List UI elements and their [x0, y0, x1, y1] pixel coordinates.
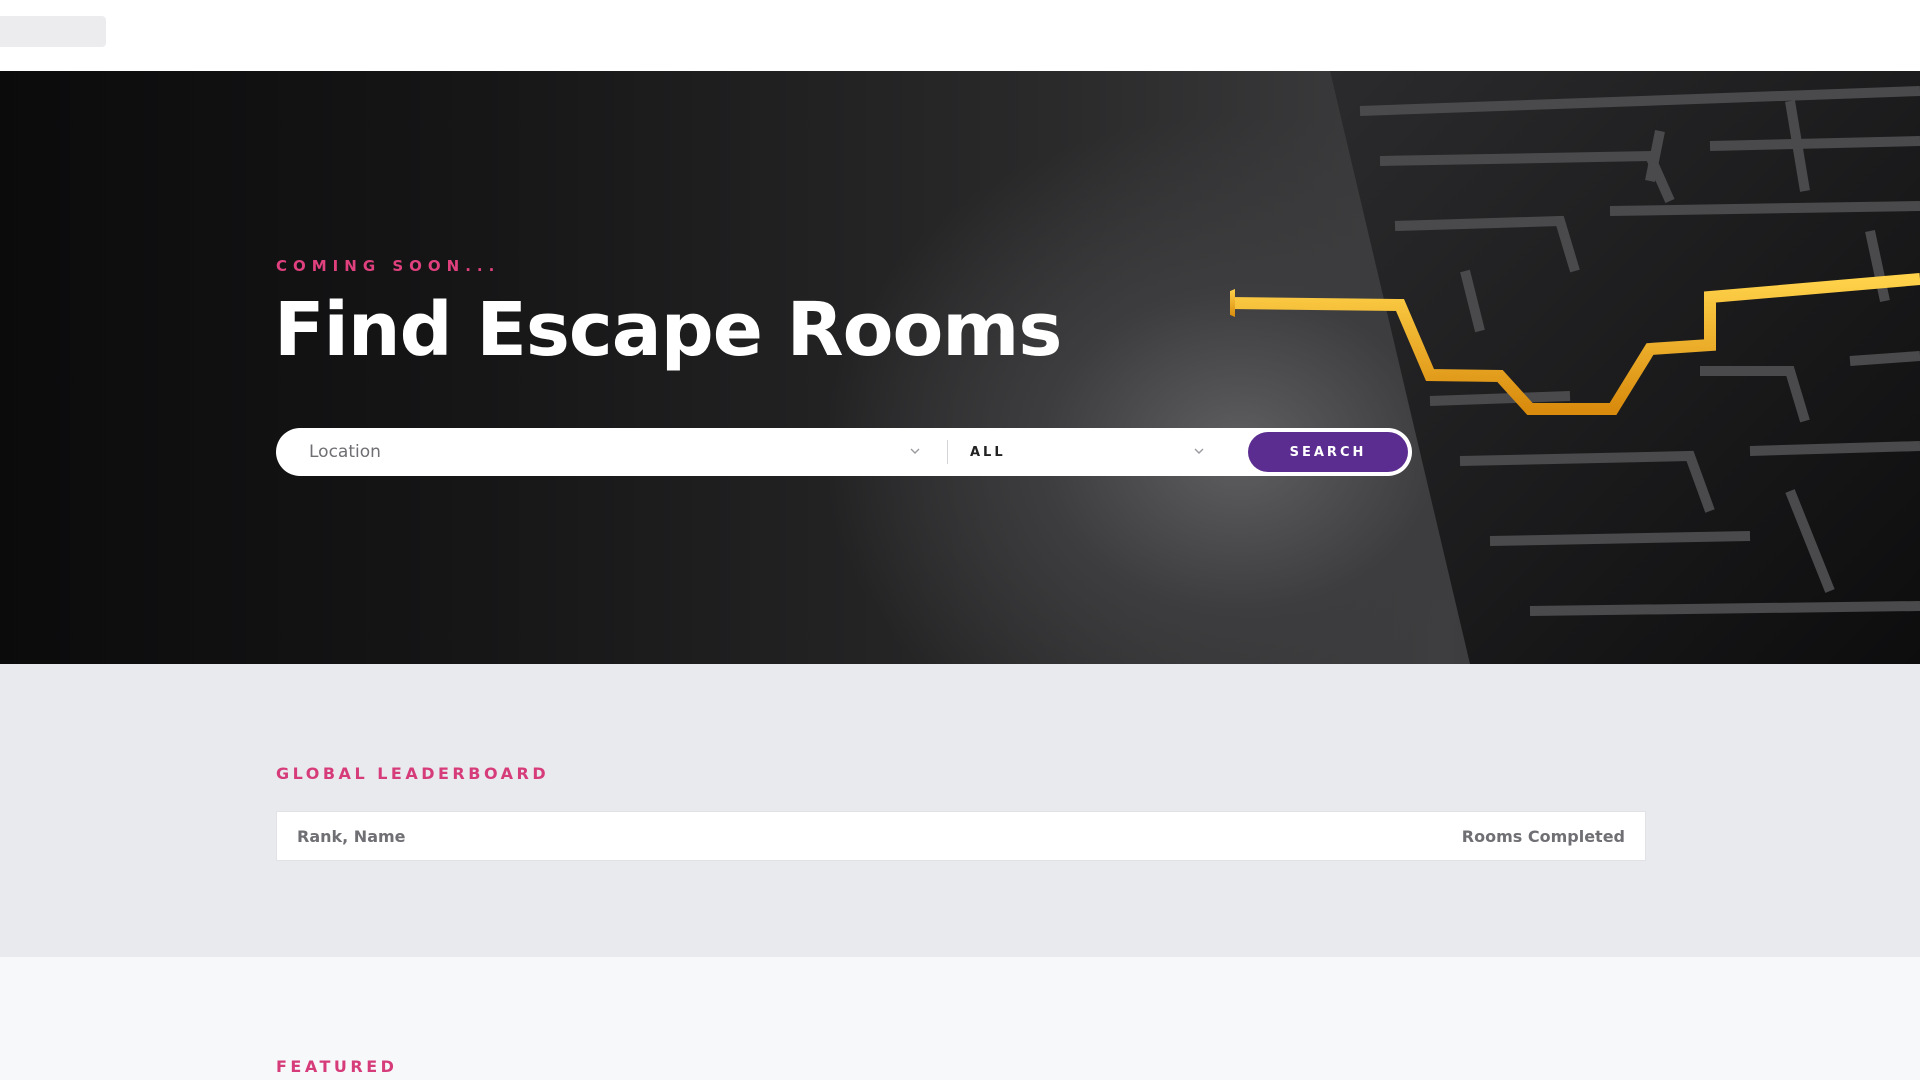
- column-rooms-completed[interactable]: Rooms Completed: [1462, 827, 1625, 846]
- hero-section: COMING SOON... Find Escape Rooms Locatio…: [0, 71, 1920, 664]
- maze-hero-image: [1230, 71, 1920, 664]
- room-type-select[interactable]: ALL: [948, 428, 1238, 476]
- leaderboard-table-header: Rank, Name Rooms Completed: [276, 811, 1646, 861]
- leaderboard-section: GLOBAL LEADERBOARD Rank, Name Rooms Comp…: [0, 664, 1920, 957]
- column-rank-name[interactable]: Rank, Name: [297, 827, 406, 846]
- site-logo-placeholder[interactable]: [0, 16, 106, 47]
- featured-heading: FEATURED: [276, 1057, 398, 1076]
- top-nav-bar: [0, 0, 1920, 71]
- location-select[interactable]: Location: [276, 428, 946, 476]
- room-type-value: ALL: [970, 444, 1006, 460]
- featured-section: FEATURED: [0, 957, 1920, 1080]
- hero-title: Find Escape Rooms: [274, 287, 1062, 373]
- search-button[interactable]: SEARCH: [1248, 432, 1408, 472]
- chevron-down-icon: [910, 448, 920, 454]
- coming-soon-eyebrow: COMING SOON...: [276, 257, 501, 275]
- search-bar: Location ALL SEARCH: [276, 428, 1412, 476]
- chevron-down-icon: [1194, 448, 1204, 454]
- leaderboard-heading: GLOBAL LEADERBOARD: [276, 764, 550, 783]
- location-placeholder: Location: [309, 442, 381, 462]
